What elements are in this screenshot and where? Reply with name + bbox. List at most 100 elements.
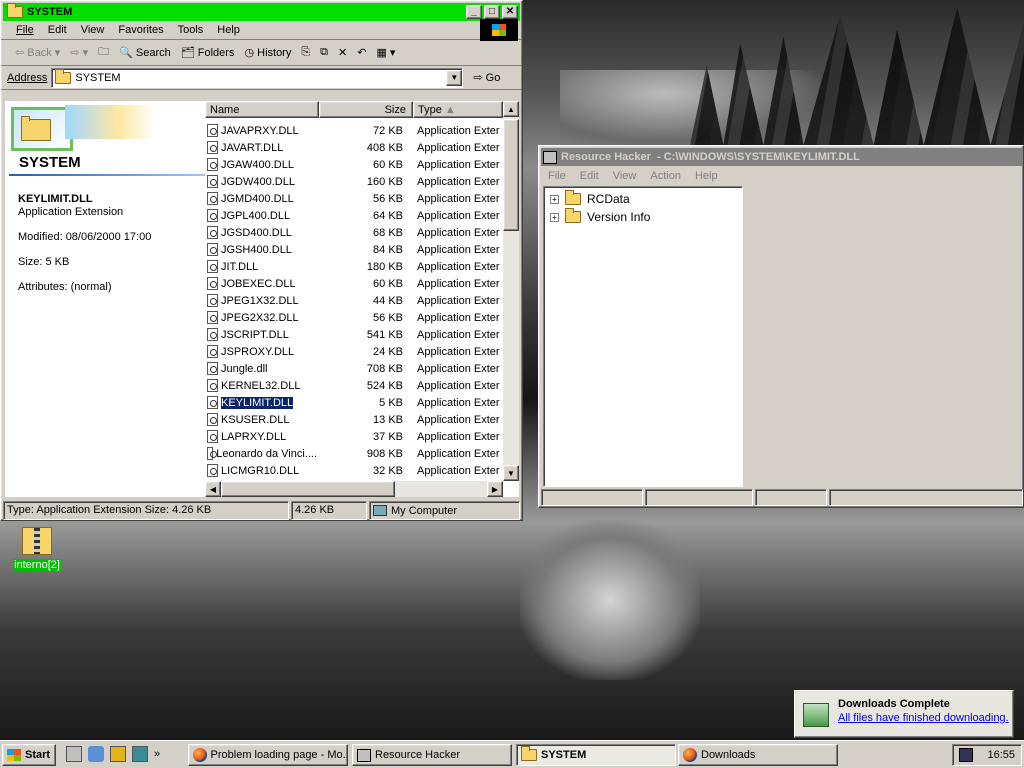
outlook-icon[interactable] xyxy=(132,746,148,762)
close-button[interactable]: ✕ xyxy=(502,5,518,19)
menu-action[interactable]: Action xyxy=(643,170,688,182)
network-tray-icon[interactable] xyxy=(959,748,973,762)
minimize-button[interactable]: _ xyxy=(466,5,482,19)
table-row[interactable]: KERNEL32.DLL 524 KB Application Exter xyxy=(205,377,505,394)
dll-file-icon xyxy=(207,277,218,290)
menu-help[interactable]: Help xyxy=(688,170,725,182)
more-chevron-icon[interactable]: » xyxy=(154,748,160,760)
go-button[interactable]: ⇨ Go xyxy=(473,71,500,84)
file-size-cell: 56 KB xyxy=(373,311,403,324)
file-list[interactable]: Name Size Type ▲ JAVAPRXY.DLL 72 KB Applic… xyxy=(205,101,519,497)
desktop-icon-zip[interactable]: interno[2] xyxy=(12,527,62,571)
delete-icon[interactable]: ✕ xyxy=(338,46,347,59)
menu-view[interactable]: View xyxy=(74,24,112,36)
my-computer-icon xyxy=(373,505,387,516)
menu-file[interactable]: File xyxy=(541,170,573,182)
vertical-scrollbar[interactable]: ▲ ▼ xyxy=(503,101,519,481)
menu-view[interactable]: View xyxy=(606,170,644,182)
taskbar-item-downloads[interactable]: Downloads xyxy=(678,744,838,766)
explorer-titlebar[interactable]: SYSTEM _ □ ✕ xyxy=(3,3,520,21)
scroll-up-button[interactable]: ▲ xyxy=(503,101,519,117)
taskbar-item-system[interactable]: SYSTEM xyxy=(516,744,676,766)
folders-button[interactable]: 🗂 Folders xyxy=(181,46,235,59)
table-row[interactable]: KEYLIMIT.DLL 5 KB Application Exter xyxy=(205,394,505,411)
table-row[interactable]: JOBEXEC.DLL 60 KB Application Exter xyxy=(205,275,505,292)
table-row[interactable]: JSPROXY.DLL 24 KB Application Exter xyxy=(205,343,505,360)
folder-banner-graphic xyxy=(65,105,155,139)
table-row[interactable]: JGSH400.DLL 84 KB Application Exter xyxy=(205,241,505,258)
address-label: Address xyxy=(7,71,48,84)
move-to-icon[interactable]: ⎘ xyxy=(301,46,310,59)
start-button[interactable]: Start xyxy=(2,744,56,766)
expand-icon[interactable]: + xyxy=(550,212,559,222)
table-row[interactable]: Jungle.dll 708 KB Application Exter xyxy=(205,360,505,377)
table-row[interactable]: JGDW400.DLL 160 KB Application Exter xyxy=(205,173,505,190)
back-button[interactable]: ⇦ Back ▾ xyxy=(15,46,60,59)
search-button[interactable]: 🔍 Search xyxy=(119,46,171,59)
scroll-left-button[interactable]: ◀ xyxy=(205,481,221,497)
table-row[interactable]: LICMGR10.DLL 32 KB Application Exter xyxy=(205,462,505,479)
menu-tools[interactable]: Tools xyxy=(171,24,211,36)
menu-edit[interactable]: Edit xyxy=(573,170,606,182)
undo-icon[interactable]: ↶ xyxy=(357,46,366,59)
table-row[interactable]: JGSD400.DLL 68 KB Application Exter xyxy=(205,224,505,241)
menu-help[interactable]: Help xyxy=(210,24,247,36)
downloads-link[interactable]: All files have finished downloading. xyxy=(838,712,1009,724)
column-header-type[interactable]: Type ▲ xyxy=(413,101,503,118)
file-name-cell: JGDW400.DLL xyxy=(205,175,317,188)
file-type-cell: Application Exter xyxy=(417,124,500,137)
table-row[interactable]: JPEG1X32.DLL 44 KB Application Exter xyxy=(205,292,505,309)
clock[interactable]: 16:55 xyxy=(987,749,1015,761)
file-type-cell: Application Exter xyxy=(417,396,500,409)
scroll-right-button[interactable]: ▶ xyxy=(487,481,503,497)
quick-launch: » xyxy=(66,746,160,762)
copy-to-icon[interactable]: ⧉ xyxy=(320,46,328,59)
column-header-size[interactable]: Size xyxy=(319,101,413,118)
taskbar-item-firefox[interactable]: Problem loading page - Mo... xyxy=(188,744,348,766)
table-row[interactable]: KSUSER.DLL 13 KB Application Exter xyxy=(205,411,505,428)
dll-file-icon xyxy=(207,243,218,256)
web-view-panel: SYSTEM KEYLIMIT.DLL Application Extensio… xyxy=(5,101,205,497)
file-type-cell: Application Exter xyxy=(417,345,500,358)
column-header-name[interactable]: Name xyxy=(205,101,319,118)
downloads-complete-popup[interactable]: Downloads Complete All files have finish… xyxy=(794,690,1014,738)
taskbar-item-resource-hacker[interactable]: Resource Hacker xyxy=(352,744,512,766)
table-row[interactable]: JGMD400.DLL 56 KB Application Exter xyxy=(205,190,505,207)
reshacker-titlebar[interactable]: Resource Hacker - C:\WINDOWS\SYSTEM\KEYL… xyxy=(541,148,1023,166)
file-type-cell: Application Exter xyxy=(417,141,500,154)
table-row[interactable]: JGPL400.DLL 64 KB Application Exter xyxy=(205,207,505,224)
media-player-icon[interactable] xyxy=(110,746,126,762)
menu-favorites[interactable]: Favorites xyxy=(111,24,170,36)
table-row[interactable]: JIT.DLL 180 KB Application Exter xyxy=(205,258,505,275)
scroll-down-button[interactable]: ▼ xyxy=(503,465,519,481)
history-button[interactable]: ◷ History xyxy=(244,46,291,59)
views-icon[interactable]: ▦ ▾ xyxy=(376,46,395,59)
menu-edit[interactable]: Edit xyxy=(41,24,74,36)
scroll-thumb[interactable] xyxy=(503,119,519,231)
table-row[interactable]: Leonardo da Vinci.... 908 KB Application E… xyxy=(205,445,505,462)
maximize-button[interactable]: □ xyxy=(484,5,500,19)
file-size-cell: 5 KB xyxy=(379,396,403,409)
horizontal-scrollbar[interactable]: ◀ ▶ xyxy=(205,481,503,497)
table-row[interactable]: JPEG2X32.DLL 56 KB Application Exter xyxy=(205,309,505,326)
up-folder-icon[interactable]: 🗀 xyxy=(98,43,109,62)
table-row[interactable]: JSCRIPT.DLL 541 KB Application Exter xyxy=(205,326,505,343)
forward-button[interactable]: ⇨ ▾ xyxy=(70,46,88,59)
folder-icon xyxy=(55,68,72,84)
h-scroll-thumb[interactable] xyxy=(221,481,395,497)
table-row[interactable]: JAVAPRXY.DLL 72 KB Application Exter xyxy=(205,122,505,139)
ie-icon[interactable] xyxy=(88,746,104,762)
table-row[interactable]: JAVART.DLL 408 KB Application Exter xyxy=(205,139,505,156)
address-input[interactable]: SYSTEM ▼ xyxy=(51,67,464,88)
expand-icon[interactable]: + xyxy=(550,194,559,204)
show-desktop-icon[interactable] xyxy=(66,746,82,762)
table-row[interactable]: LAPRXY.DLL 37 KB Application Exter xyxy=(205,428,505,445)
address-dropdown-button[interactable]: ▼ xyxy=(446,69,463,86)
tree-item-version-info[interactable]: + Version Info xyxy=(550,208,742,226)
tree-item-rcdata[interactable]: + RCData xyxy=(550,190,742,208)
menu-file[interactable]: File xyxy=(9,24,41,36)
windows-logo-icon xyxy=(480,19,518,41)
file-name-cell: JGSD400.DLL xyxy=(205,226,317,239)
table-row[interactable]: JGAW400.DLL 60 KB Application Exter xyxy=(205,156,505,173)
resource-tree[interactable]: + RCData + Version Info xyxy=(543,186,743,487)
